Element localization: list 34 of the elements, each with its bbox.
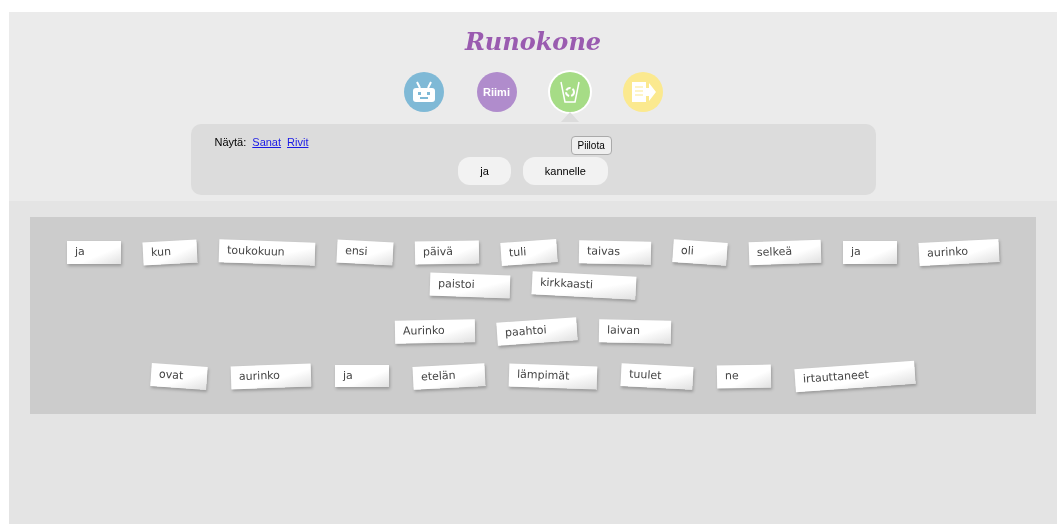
word-tile[interactable]: paistoi: [429, 272, 511, 298]
word-tile[interactable]: ja: [843, 241, 897, 264]
recycle-icon[interactable]: [549, 72, 590, 112]
view-link[interactable]: Sanat: [252, 134, 282, 151]
word-chip[interactable]: kannelle: [522, 156, 608, 185]
word-tile[interactable]: ja: [335, 364, 389, 387]
word-tile[interactable]: ja: [67, 241, 121, 264]
word-tile[interactable]: tuulet: [620, 362, 694, 389]
word-tile[interactable]: ne: [716, 364, 772, 388]
word-tile[interactable]: oli: [672, 239, 728, 266]
word-tile[interactable]: päivä: [414, 240, 480, 265]
robot-icon[interactable]: [403, 72, 444, 112]
word-tile[interactable]: toukokuun: [218, 239, 316, 266]
export-icon[interactable]: [622, 72, 663, 112]
word-tile[interactable]: ovat: [150, 362, 208, 389]
word-tile[interactable]: aurinko: [230, 363, 312, 389]
word-tile[interactable]: etelän: [412, 362, 486, 389]
word-tile[interactable]: ensi: [336, 239, 394, 265]
word-tile[interactable]: lämpimät: [508, 362, 598, 389]
word-tile[interactable]: irtauttaneet: [794, 360, 916, 392]
word-tile[interactable]: Aurinko: [394, 319, 476, 344]
word-tile[interactable]: kirkkaasti: [531, 270, 637, 299]
word-tile[interactable]: aurinko: [918, 238, 1000, 266]
word-tile[interactable]: paahtoi: [496, 317, 578, 346]
show-label: Näytä:: [214, 135, 247, 150]
app-title: Runokone: [464, 26, 602, 58]
hide-button[interactable]: Piilota: [570, 136, 612, 155]
word-tile[interactable]: kun: [142, 239, 198, 265]
word-tile[interactable]: laivan: [598, 319, 672, 344]
word-tile[interactable]: selkeä: [748, 239, 822, 265]
word-tile[interactable]: tuli: [500, 239, 558, 266]
word-chip[interactable]: ja: [458, 156, 511, 185]
word-tile[interactable]: taivas: [578, 240, 652, 265]
view-link[interactable]: Rivit: [287, 134, 309, 151]
